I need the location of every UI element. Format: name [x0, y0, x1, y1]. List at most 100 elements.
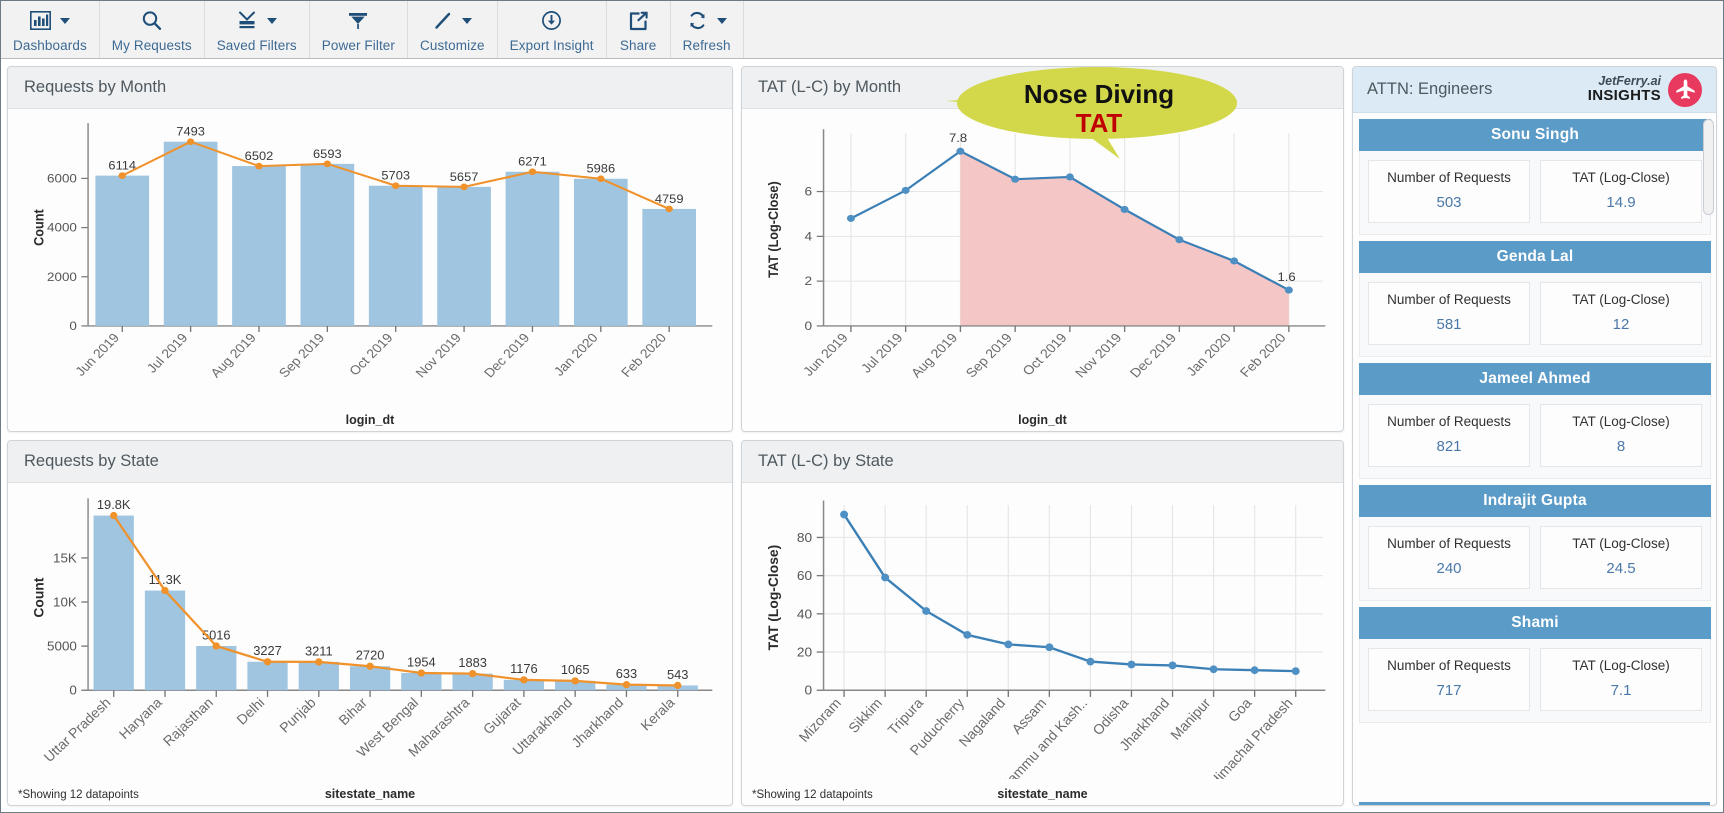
- engineer-card[interactable]: Jameel Ahmed Number of Requests 821 TAT (Lo…: [1359, 363, 1711, 479]
- tat-metric: TAT (Log-Close) 7.1: [1540, 648, 1702, 711]
- svg-text:4: 4: [805, 229, 813, 243]
- svg-text:1883: 1883: [458, 655, 487, 670]
- metric-label: TAT (Log-Close): [1572, 292, 1670, 307]
- chevron-down-icon[interactable]: [267, 17, 278, 24]
- panel-tat-by-month: TAT (L-C) by Month 0 2 4 6 TAT (Log-Close) Ju…: [740, 66, 1344, 432]
- metric-value: 24.5: [1606, 560, 1636, 577]
- metric-label: Number of Requests: [1387, 658, 1511, 673]
- chevron-down-icon[interactable]: [716, 17, 727, 24]
- chevron-down-icon[interactable]: [461, 17, 472, 24]
- svg-text:0: 0: [69, 683, 76, 698]
- svg-text:Jharkhand: Jharkhand: [568, 694, 626, 750]
- engineer-metrics: Number of Requests 240 TAT (Log-Close) 24.5: [1359, 517, 1711, 601]
- vertical-scrollbar[interactable]: [1703, 119, 1714, 215]
- engineer-name[interactable]: Indrajit Gupta: [1359, 485, 1711, 517]
- svg-text:7.8: 7.8: [949, 132, 967, 145]
- svg-text:1065: 1065: [561, 662, 590, 677]
- svg-text:TAT (Log-Close): TAT (Log-Close): [765, 181, 781, 278]
- engineer-name[interactable]: Shami: [1359, 607, 1711, 639]
- svg-text:3227: 3227: [253, 643, 282, 658]
- toolbar-label: Saved Filters: [216, 37, 297, 53]
- svg-text:Mizoram: Mizoram: [795, 695, 844, 745]
- svg-text:Feb 2020: Feb 2020: [1237, 331, 1289, 380]
- engineer-name[interactable]: Jameel Ahmed: [1359, 363, 1711, 395]
- svg-text:Sep 2019: Sep 2019: [276, 330, 328, 380]
- toolbar-label: Export Insight: [509, 37, 594, 53]
- requests-metric: Number of Requests 717: [1368, 648, 1530, 711]
- svg-text:Sikkim: Sikkim: [845, 695, 885, 736]
- svg-text:2: 2: [805, 274, 813, 288]
- x-axis-title: sitestate_name: [997, 787, 1088, 801]
- toolbar-item-saved-filters[interactable]: Saved Filters: [205, 1, 310, 58]
- svg-text:5986: 5986: [587, 162, 616, 175]
- svg-text:Dec 2019: Dec 2019: [1127, 331, 1180, 381]
- svg-text:3211: 3211: [305, 643, 333, 658]
- metric-value: 581: [1436, 316, 1462, 333]
- tat-metric: TAT (Log-Close) 12: [1540, 282, 1702, 345]
- metric-value: 503: [1436, 194, 1462, 211]
- toolbar-item-power-filter[interactable]: Power Filter: [310, 1, 408, 58]
- engineer-card[interactable]: Shami Number of Requests 717 TAT (Log-Close…: [1359, 607, 1711, 723]
- charts-column: Requests by Month 0 2000 4000 6000 Count 6114…: [7, 66, 1344, 806]
- engineer-name[interactable]: Sonu Singh: [1359, 119, 1711, 151]
- svg-text:Oct 2019: Oct 2019: [1019, 331, 1069, 379]
- chart-tat-by-month[interactable]: 0 2 4 6 TAT (Log-Close) Jun 2019 Jul 2019 Aug 2…: [742, 109, 1343, 405]
- svg-text:2720: 2720: [356, 648, 385, 663]
- toolbar-label: Customize: [420, 37, 485, 53]
- metric-value: 12: [1612, 316, 1630, 333]
- toolbar-item-export-insight[interactable]: Export Insight: [498, 1, 607, 58]
- main-toolbar: Dashboards My Requests Saved Filters Pow…: [1, 1, 1723, 59]
- toolbar-item-my-requests[interactable]: My Requests: [100, 1, 205, 58]
- x-axis-title: login_dt: [1018, 413, 1067, 427]
- x-axis-title: sitestate_name: [324, 787, 416, 801]
- svg-text:Delhi: Delhi: [233, 694, 267, 727]
- panel-footer: login_dt: [742, 405, 1343, 431]
- svg-text:1.6: 1.6: [1277, 271, 1295, 284]
- svg-text:Jan 2020: Jan 2020: [1183, 331, 1234, 379]
- svg-text:19.8K: 19.8K: [97, 497, 131, 512]
- panel-requests-by-month: Requests by Month 0 2000 4000 6000 Count 6114…: [7, 66, 733, 432]
- brand-name: JetFerry.ai: [1598, 73, 1661, 88]
- svg-text:6: 6: [805, 184, 813, 198]
- requests-metric: Number of Requests 581: [1368, 282, 1530, 345]
- chart-tat-by-state[interactable]: 0 20 40 60 80 TAT (Log-Close) Mizoram Sikkim Tri…: [742, 483, 1343, 779]
- chevron-down-icon[interactable]: [59, 17, 70, 24]
- panel-bottom-accent: [1359, 802, 1710, 805]
- svg-text:Haryana: Haryana: [116, 694, 165, 742]
- toolbar-item-dashboards[interactable]: Dashboards: [1, 1, 100, 58]
- toolbar-label: Power Filter: [321, 37, 395, 53]
- refresh-icon: [687, 10, 708, 31]
- panel-tat-by-state: TAT (L-C) by State 0 20 40 60 80 TAT (Log-Clo…: [740, 440, 1344, 806]
- x-axis-title: login_dt: [345, 413, 395, 427]
- insights-title: ATTN: Engineers: [1367, 80, 1493, 98]
- metric-label: Number of Requests: [1387, 292, 1511, 307]
- metric-value: 821: [1436, 438, 1462, 455]
- svg-text:Rajasthan: Rajasthan: [160, 694, 216, 749]
- svg-text:Uttar Pradesh: Uttar Pradesh: [40, 694, 113, 765]
- svg-text:Tripura: Tripura: [884, 695, 926, 738]
- engineer-name[interactable]: Genda Lal: [1359, 241, 1711, 273]
- engineer-card[interactable]: Indrajit Gupta Number of Requests 240 TAT (…: [1359, 485, 1711, 601]
- requests-metric: Number of Requests 821: [1368, 404, 1530, 467]
- chart-row-bottom: Requests by State 0 5000 10K 15K Count 19.8K U…: [7, 440, 1344, 806]
- svg-text:Count: Count: [30, 577, 46, 617]
- engineer-card[interactable]: Sonu Singh Number of Requests 503 TAT (Log-…: [1359, 119, 1711, 235]
- brand-subtitle: INSIGHTS: [1587, 87, 1661, 105]
- chart-requests-by-month[interactable]: 0 2000 4000 6000 Count 6114 Jun 2019 7493 Jul 20…: [8, 109, 732, 405]
- svg-text:Sep 2019: Sep 2019: [963, 331, 1016, 381]
- toolbar-item-refresh[interactable]: Refresh: [671, 1, 744, 58]
- requests-metric: Number of Requests 503: [1368, 160, 1530, 223]
- svg-text:80: 80: [797, 530, 812, 545]
- panel-footer: *Showing 12 datapoints sitestate_name: [742, 779, 1343, 805]
- svg-text:5657: 5657: [450, 170, 479, 183]
- svg-text:Aug 2019: Aug 2019: [207, 330, 259, 380]
- svg-text:2000: 2000: [47, 269, 77, 283]
- engineer-card[interactable]: Genda Lal Number of Requests 581 TAT (Log-C…: [1359, 241, 1711, 357]
- toolbar-item-share[interactable]: Share: [607, 1, 671, 58]
- svg-text:0: 0: [804, 683, 812, 698]
- engineers-list[interactable]: Sonu Singh Number of Requests 503 TAT (Log-…: [1353, 113, 1716, 802]
- pencil-icon: [433, 11, 453, 31]
- svg-text:Jul 2019: Jul 2019: [144, 330, 191, 375]
- chart-requests-by-state[interactable]: 0 5000 10K 15K Count 19.8K Uttar Pradesh 11.3K H…: [8, 483, 732, 779]
- toolbar-item-customize[interactable]: Customize: [408, 1, 498, 58]
